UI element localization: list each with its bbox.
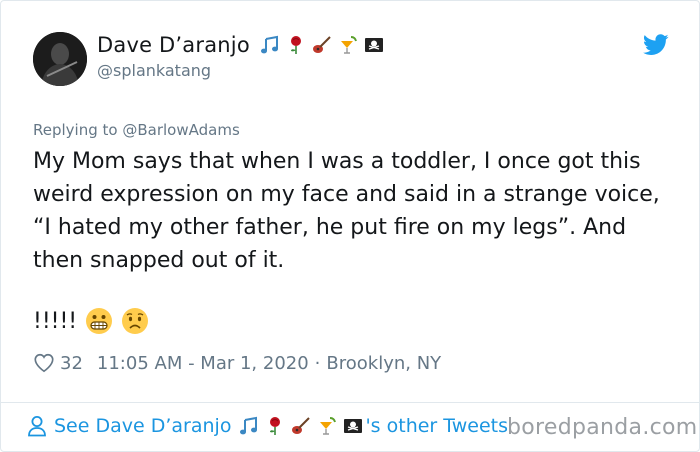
footer-prefix: See Dave D’aranjo (54, 415, 232, 437)
worried-face-icon (122, 308, 149, 334)
pirate-flag-icon (344, 419, 363, 433)
watermark: boredpanda.com (507, 415, 698, 440)
author-name-row[interactable]: Dave D’aranjo (97, 33, 384, 57)
user-handle[interactable]: @splankatang (97, 61, 211, 80)
reply-target-link[interactable]: @BarlowAdams (122, 121, 239, 139)
tweet-meta: 32 11:05 AM - Mar 1, 2020 · Brooklyn, NY (33, 352, 441, 374)
guitar-icon (312, 36, 331, 53)
see-other-tweets-link[interactable]: See Dave D’aranjo 's other Tweets (27, 415, 508, 437)
divider (1, 402, 699, 403)
musical-notes-icon (240, 416, 258, 435)
grimacing-face-icon (86, 308, 113, 334)
exclamations: !!!!! (33, 308, 78, 334)
location[interactable]: Brooklyn, NY (326, 353, 441, 374)
tweet-tail: !!!!! (33, 307, 149, 335)
timestamp[interactable]: 11:05 AM - Mar 1, 2020 (97, 353, 309, 374)
replying-to: Replying to @BarlowAdams (33, 121, 240, 139)
like-count[interactable]: 32 (60, 353, 83, 374)
person-icon (28, 416, 46, 437)
name-emojis (260, 35, 384, 55)
twitter-bird-icon[interactable] (643, 34, 669, 56)
display-name[interactable]: Dave D’aranjo (97, 33, 250, 57)
rose-icon (270, 417, 281, 435)
replying-prefix: Replying to (33, 121, 118, 139)
guitar-icon (292, 417, 311, 434)
tropical-drink-icon (320, 417, 337, 435)
tweet-card: Dave D’aranjo @splankatang Replying to @… (0, 0, 700, 452)
footer-suffix: 's other Tweets (365, 415, 508, 437)
musical-notes-icon (260, 35, 278, 54)
tropical-drink-icon (340, 36, 357, 54)
avatar[interactable] (33, 32, 87, 86)
meta-separator: · (314, 352, 321, 374)
heart-icon[interactable] (33, 352, 55, 374)
tweet-text: My Mom says that when I was a toddler, I… (33, 149, 660, 273)
rose-icon (290, 36, 301, 54)
pirate-flag-icon (364, 38, 383, 52)
footer-emojis (239, 416, 363, 436)
